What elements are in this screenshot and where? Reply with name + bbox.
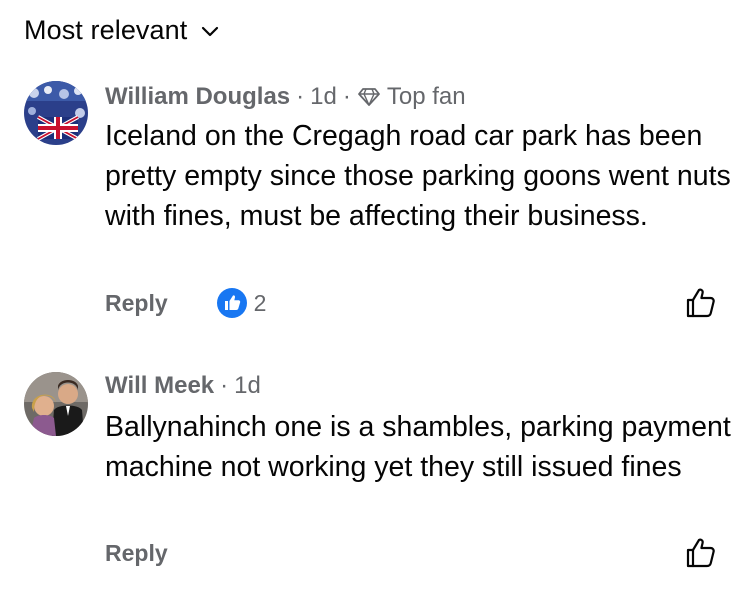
comment-actions: Reply [105,536,718,570]
thumbs-up-outline-icon[interactable] [684,286,718,320]
avatar[interactable] [24,372,88,436]
diamond-icon [357,88,380,106]
comment-actions: Reply 2 [105,286,718,320]
separator: · [220,372,229,399]
reply-button[interactable]: Reply [105,290,168,317]
reply-button[interactable]: Reply [105,540,168,567]
reaction-summary[interactable]: 2 [216,287,267,319]
separator: · [342,83,351,110]
badge-label: Top fan [386,83,466,110]
timestamp[interactable]: 1d [310,83,337,111]
thumbs-up-outline-icon[interactable] [684,536,718,570]
author-name[interactable]: William Douglas [105,83,290,111]
avatar[interactable] [24,81,88,145]
comment-header: Will Meek · 1d [105,371,261,401]
comment-text: Iceland on the Cregagh road car park has… [105,120,731,232]
sort-selector[interactable]: Most relevant [24,12,219,48]
like-reaction-icon [216,288,247,318]
separator: · [296,83,305,110]
sort-label: Most relevant [24,14,188,45]
timestamp[interactable]: 1d [234,372,261,400]
reaction-count: 2 [253,289,267,316]
comment-header: William Douglas · 1d · Top fan [105,82,466,112]
top-fan-badge: Top fan [357,83,466,111]
chevron-down-icon [202,26,219,37]
comment-text: Ballynahinch one is a shambles, parking … [105,411,731,483]
author-name[interactable]: Will Meek [105,372,214,400]
